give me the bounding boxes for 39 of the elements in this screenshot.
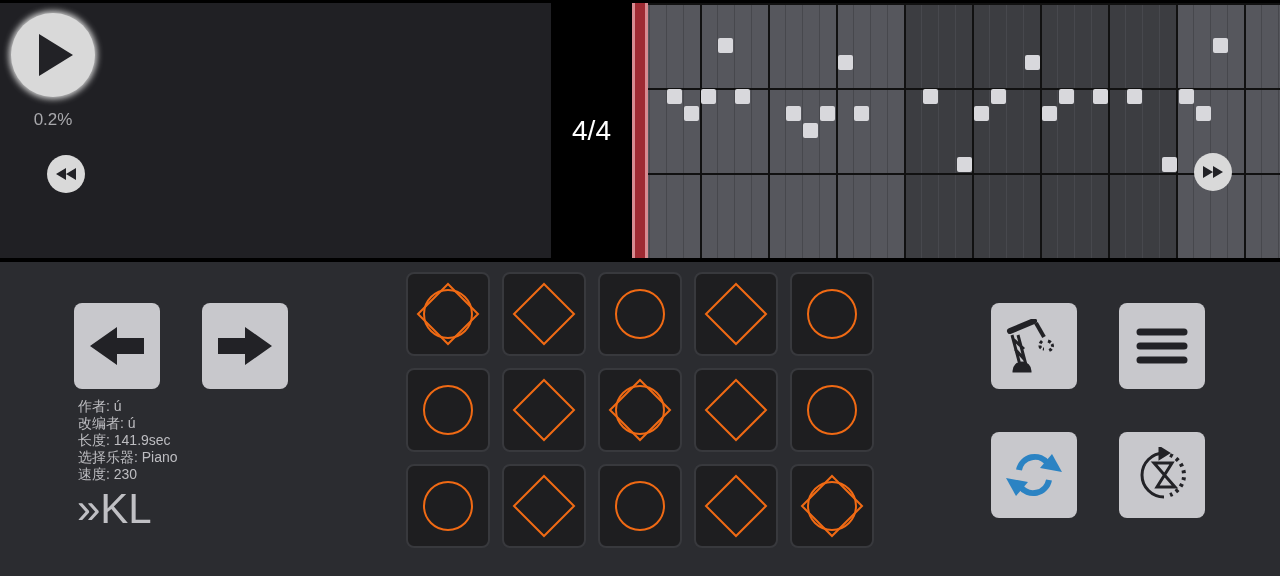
song-title: »KL [76, 485, 153, 533]
song-info-line: 长度: 141.9sec [78, 432, 171, 449]
drum-pad[interactable] [694, 272, 778, 356]
play-icon [39, 34, 73, 76]
drum-pad[interactable] [790, 368, 874, 452]
drum-pad[interactable] [406, 272, 490, 356]
drum-pad[interactable] [598, 368, 682, 452]
song-info-line: 选择乐器: Piano [78, 449, 178, 466]
progress-text: 0.2% [33, 109, 73, 131]
drum-pad[interactable] [502, 272, 586, 356]
drum-pad[interactable] [502, 464, 586, 548]
drum-pad[interactable] [502, 368, 586, 452]
play-button[interactable] [11, 13, 95, 97]
drum-pad[interactable] [694, 464, 778, 548]
menu-icon [1136, 327, 1188, 365]
piano-roll-grid[interactable] [648, 3, 1280, 258]
drum-pad[interactable] [790, 272, 874, 356]
drum-pad[interactable] [406, 464, 490, 548]
rewind-button[interactable] [47, 154, 85, 193]
menu-button[interactable] [1119, 303, 1205, 389]
previous-button[interactable] [74, 303, 160, 389]
robot-arm-button[interactable] [991, 303, 1077, 389]
right-arrow-icon [218, 327, 272, 365]
refresh-button[interactable] [991, 432, 1077, 518]
song-info-line: 改编者: ú [78, 415, 136, 432]
time-signature: 4/4 [572, 113, 611, 148]
drum-pad[interactable] [790, 464, 874, 548]
left-arrow-icon [90, 327, 144, 365]
song-info-line: 速度: 230 [78, 466, 138, 483]
rewind-icon [56, 167, 76, 180]
drum-pad[interactable] [694, 368, 778, 452]
drum-pad[interactable] [406, 368, 490, 452]
time-history-button[interactable] [1119, 432, 1205, 518]
drum-pad[interactable] [598, 464, 682, 548]
drum-pad[interactable] [598, 272, 682, 356]
song-info-line: 作者: ú [78, 398, 122, 415]
playhead[interactable] [632, 3, 648, 258]
fast-forward-icon [1203, 166, 1223, 178]
next-button[interactable] [202, 303, 288, 389]
